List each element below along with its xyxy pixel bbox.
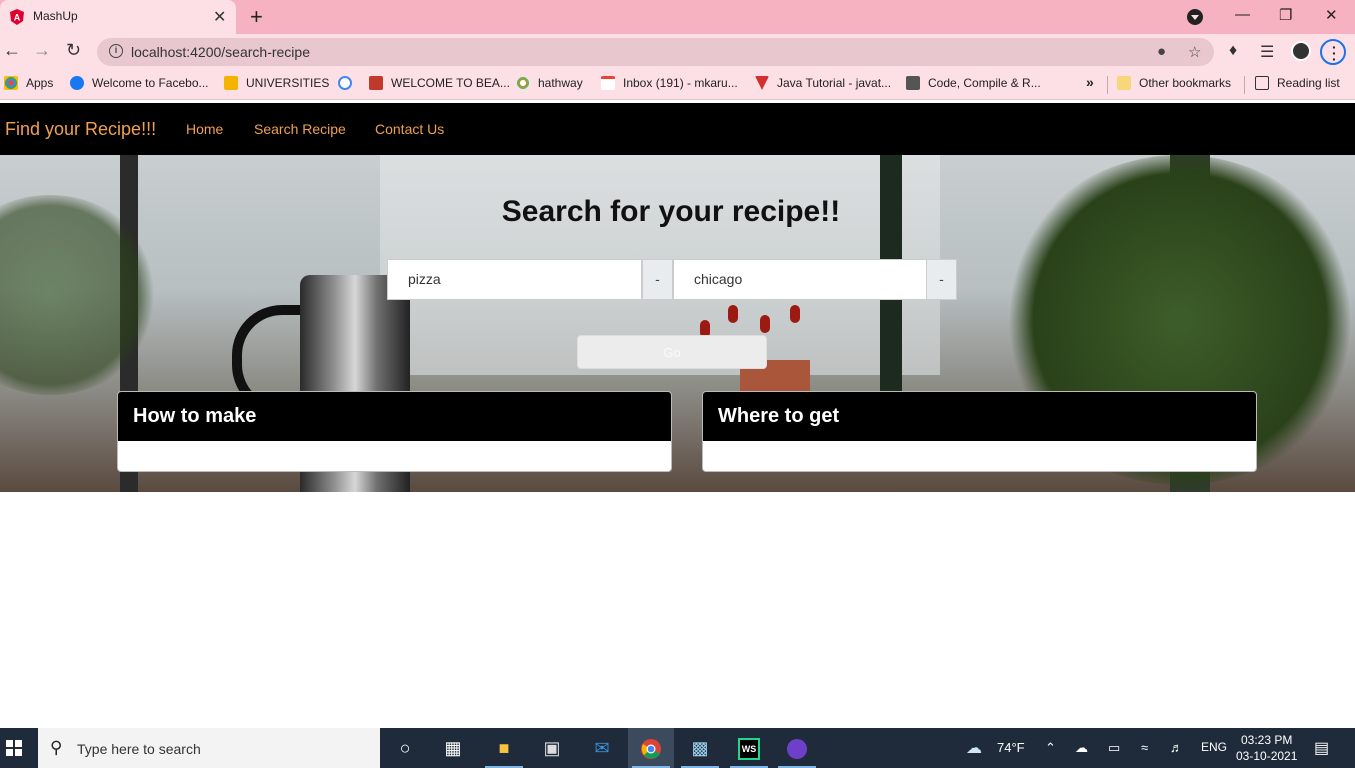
site-brand[interactable]: Find your Recipe!!! [5, 119, 156, 140]
taskbar-search[interactable]: ⚲ Type here to search [38, 728, 380, 768]
browser-toolbar: ← → ↻ i localhost:4200/search-recipe ● ☆ [0, 34, 1355, 70]
go-button[interactable]: Go [577, 335, 767, 369]
bookmark-welcome-bea[interactable]: WELCOME TO BEA... [369, 76, 510, 90]
bea-icon [369, 76, 383, 90]
card-header: Where to get [703, 392, 1256, 441]
card-title: How to make [133, 405, 257, 427]
mail-icon[interactable]: ✉ [579, 728, 625, 768]
card-title: Where to get [718, 405, 840, 427]
forward-icon[interactable]: → [33, 40, 51, 61]
how-to-make-card: How to make [117, 391, 672, 472]
angular-icon: A [10, 9, 24, 25]
onedrive-icon[interactable]: ☁ [1075, 740, 1088, 756]
profile-avatar[interactable] [1291, 41, 1311, 61]
github-desktop-icon[interactable] [774, 728, 820, 768]
pepper [760, 315, 770, 333]
taskbar-search-placeholder: Type here to search [77, 741, 201, 757]
battery-icon[interactable]: ▭ [1108, 740, 1120, 756]
universities-icon [224, 76, 238, 90]
bookmarks-divider [1107, 76, 1108, 94]
media-control-icon[interactable]: ☰ [1260, 42, 1274, 62]
windows-taskbar: ⚲ Type here to search ○ ▦ ■ ▣ ✉ ▩ WS ☁ 7… [0, 728, 1355, 768]
browser-menu-icon[interactable]: · · · [1320, 39, 1346, 66]
hero-section: Search for your recipe!! pizza - chicago… [0, 155, 1355, 492]
reading-list-icon [1255, 76, 1269, 90]
card-header: How to make [118, 392, 671, 441]
apps-grid-icon [4, 76, 18, 90]
nav-search-recipe[interactable]: Search Recipe [254, 121, 346, 137]
tray-chevron-icon[interactable]: ⌃ [1045, 740, 1056, 756]
location-input[interactable]: chicago [673, 259, 927, 300]
gmail-icon [601, 76, 615, 90]
weather-icon[interactable]: ☁ [966, 738, 982, 758]
hathway-icon [516, 76, 530, 90]
bookmark-java-tutorial[interactable]: Java Tutorial - javat... [755, 76, 891, 90]
clock-date: 03-10-2021 [1236, 749, 1298, 763]
new-tab-button[interactable]: + [250, 4, 263, 30]
volume-icon[interactable]: ♬ [1170, 740, 1183, 755]
bookmark-apps[interactable]: Apps [4, 76, 53, 90]
wifi-icon[interactable]: ≈ [1141, 740, 1148, 755]
google-icon [338, 76, 352, 90]
file-explorer-icon[interactable]: ■ [481, 728, 527, 768]
facebook-icon [70, 76, 84, 90]
recipe-input[interactable]: pizza [387, 259, 642, 300]
more-bookmarks-icon[interactable]: » [1086, 74, 1094, 90]
browser-tab[interactable]: A MashUp ✕ [0, 0, 236, 34]
tab-title: MashUp [33, 9, 78, 23]
windows-start-icon[interactable] [6, 740, 22, 756]
site-navbar: Find your Recipe!!! Home Search Recipe C… [0, 103, 1355, 155]
where-to-get-card: Where to get [702, 391, 1257, 472]
site-info-icon[interactable]: i [109, 44, 123, 58]
bookmark-code-compile[interactable]: Code, Compile & R... [906, 76, 1041, 90]
nav-home[interactable]: Home [186, 121, 223, 137]
reload-icon[interactable]: ↻ [66, 40, 81, 61]
tab-search-icon[interactable] [1187, 9, 1203, 25]
location-input-addon: - [926, 259, 957, 300]
clock-time: 03:23 PM [1241, 733, 1293, 747]
back-icon[interactable]: ← [3, 40, 21, 61]
bookmark-facebook[interactable]: Welcome to Facebo... [70, 76, 209, 90]
restore-button[interactable]: ❐ [1279, 6, 1292, 24]
javatpoint-icon [755, 76, 769, 90]
pepper [728, 305, 738, 323]
bookmark-star-icon[interactable]: ☆ [1188, 43, 1201, 61]
notifications-icon[interactable]: ▤ [1314, 738, 1329, 758]
location-icon[interactable]: ● [1157, 43, 1166, 60]
chrome-logo [641, 739, 661, 760]
language-indicator[interactable]: ENG [1201, 740, 1227, 754]
reading-list[interactable]: Reading list [1255, 76, 1340, 90]
browser-tabstrip: A MashUp ✕ + — ❐ ✕ [0, 0, 1355, 34]
system-clock[interactable]: 03:23 PM 03-10-2021 [1236, 732, 1297, 764]
bookmark-hathway[interactable]: hathway [516, 76, 583, 90]
folder-icon [1117, 76, 1131, 90]
page-title: Search for your recipe!! [501, 195, 841, 228]
minimize-button[interactable]: — [1235, 6, 1250, 23]
url-text[interactable]: localhost:4200/search-recipe [131, 44, 310, 60]
webstorm-icon[interactable]: WS [726, 728, 772, 768]
bookmark-gmail[interactable]: Inbox (191) - mkaru... [601, 76, 738, 90]
bookmarks-bar: Apps Welcome to Facebo... UNIVERSITIES W… [0, 70, 1355, 100]
store-icon[interactable]: ▣ [529, 728, 575, 768]
bookmark-universities[interactable]: UNIVERSITIES [224, 76, 329, 90]
temperature[interactable]: 74°F [997, 740, 1025, 755]
cortana-icon[interactable]: ○ [382, 728, 428, 768]
bookmark-google[interactable] [338, 76, 360, 90]
codechef-icon [906, 76, 920, 90]
chrome-icon[interactable] [628, 728, 674, 768]
close-window-button[interactable]: ✕ [1325, 6, 1338, 24]
other-bookmarks[interactable]: Other bookmarks [1117, 76, 1231, 90]
extensions-icon[interactable]: ♦ [1229, 42, 1237, 60]
pepper [790, 305, 800, 323]
svg-text:A: A [14, 13, 21, 23]
notepad-icon[interactable]: ▩ [677, 728, 723, 768]
recipe-input-addon: - [642, 259, 673, 300]
address-bar[interactable]: i localhost:4200/search-recipe ● ☆ [97, 38, 1214, 66]
nav-contact-us[interactable]: Contact Us [375, 121, 444, 137]
task-view-icon[interactable]: ▦ [430, 728, 476, 768]
search-icon: ⚲ [50, 738, 63, 757]
bookmarks-divider [1244, 76, 1245, 94]
tab-close-icon[interactable]: ✕ [213, 7, 226, 27]
